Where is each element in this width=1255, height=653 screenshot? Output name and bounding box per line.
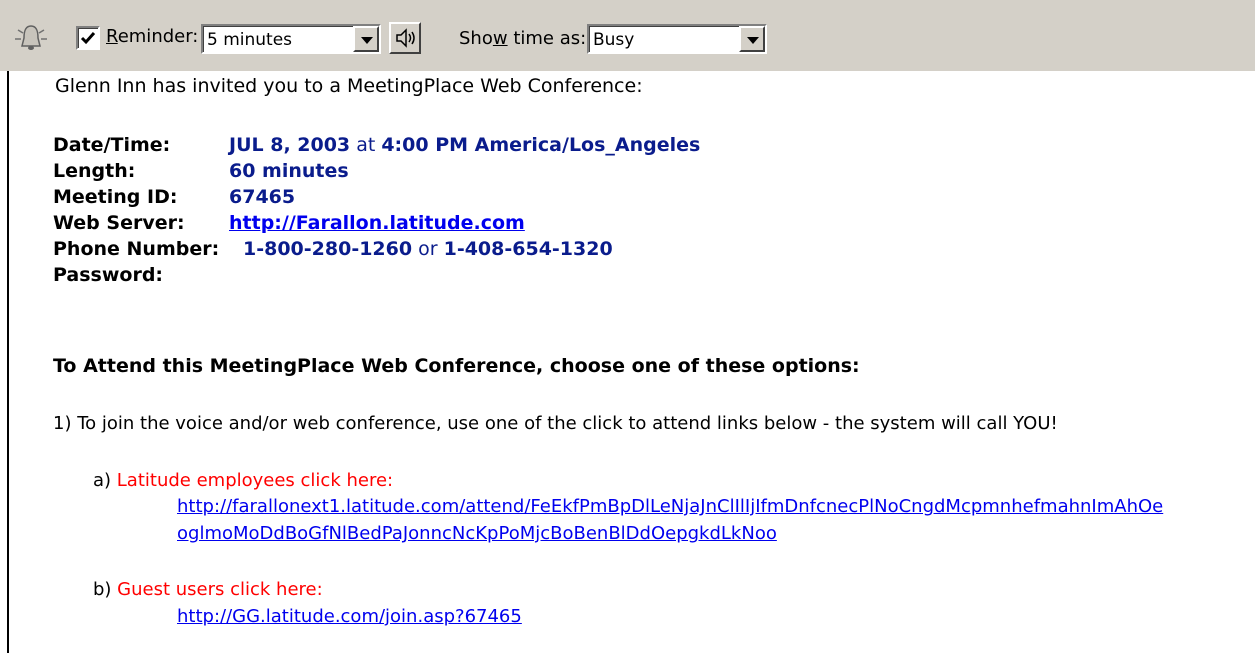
body-left-border xyxy=(7,71,9,653)
appointment-toolbar: Reminder: 5 minutes Show time as: Busy xyxy=(0,0,1255,71)
invitation-intro: Glenn Inn has invited you to a MeetingPl… xyxy=(55,75,643,97)
message-body[interactable]: Glenn Inn has invited you to a MeetingPl… xyxy=(0,71,1255,653)
speaker-icon xyxy=(396,28,415,48)
show-time-as-label: Show time as: xyxy=(459,28,587,49)
length-label: Length: xyxy=(53,160,136,182)
phone-label: Phone Number: xyxy=(53,238,220,260)
employee-attend-link-line1[interactable]: http://farallonext1.latitude.com/attend/… xyxy=(177,496,1163,517)
option-b-label: Guest users click here: xyxy=(117,579,323,600)
chevron-down-icon[interactable] xyxy=(739,26,765,52)
show-time-as-select[interactable]: Busy xyxy=(587,24,767,54)
guest-join-link[interactable]: http://GG.latitude.com/join.asp?67465 xyxy=(177,606,522,627)
chevron-down-icon[interactable] xyxy=(353,26,379,52)
password-label: Password: xyxy=(53,264,164,286)
length-value: 60 minutes xyxy=(229,160,349,182)
reminder-checkbox[interactable] xyxy=(76,26,100,50)
employee-attend-link-line2[interactable]: oglmoMoDdBoGfNlBedPaJonncNcKpPoMjcBoBenB… xyxy=(177,523,777,544)
option-1-text: 1) To join the voice and/or web conferen… xyxy=(53,413,1058,434)
reminder-label: Reminder: xyxy=(106,26,199,47)
reminder-sound-button[interactable] xyxy=(389,22,421,54)
web-server-label: Web Server: xyxy=(53,212,185,234)
option-a: a) Latitude employees click here: xyxy=(93,470,394,491)
reminder-time-select[interactable]: 5 minutes xyxy=(201,24,381,54)
reminder-bell-icon xyxy=(14,22,48,56)
datetime-value: JUL 8, 2003 at 4:00 PM America/Los_Angel… xyxy=(229,134,701,156)
option-b: b) Guest users click here: xyxy=(93,579,323,600)
datetime-label: Date/Time: xyxy=(53,134,171,156)
meeting-id-label: Meeting ID: xyxy=(53,186,178,208)
option-a-label: Latitude employees click here: xyxy=(116,470,394,491)
attend-heading: To Attend this MeetingPlace Web Conferen… xyxy=(53,355,860,377)
web-server-link[interactable]: http://Farallon.latitude.com xyxy=(229,212,525,234)
show-time-as-value: Busy xyxy=(593,30,635,50)
phone-value: 1-800-280-1260 or 1-408-654-1320 xyxy=(243,238,613,260)
reminder-time-value: 5 minutes xyxy=(207,30,293,50)
meeting-id-value: 67465 xyxy=(229,186,296,208)
